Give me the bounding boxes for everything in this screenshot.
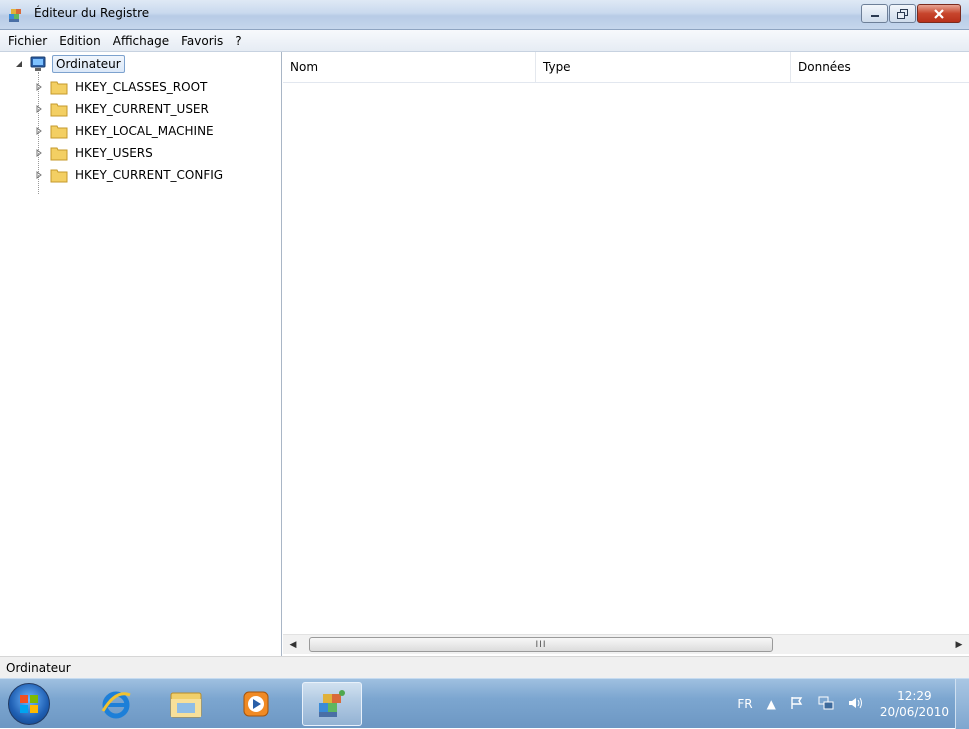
tree-node-label: HKEY_CURRENT_USER [75,102,209,116]
tree-node-hku[interactable]: HKEY_USERS [34,143,156,163]
scroll-left-arrow-icon[interactable]: ◀ [286,638,300,652]
menu-affichage[interactable]: Affichage [109,34,173,48]
status-bar: Ordinateur [0,656,969,678]
show-desktop-button[interactable] [955,679,969,729]
menu-bar: Fichier Edition Affichage Favoris ? [0,30,969,52]
tree-node-hkcc[interactable]: HKEY_CURRENT_CONFIG [34,165,226,185]
folder-icon [50,103,68,117]
taskbar-registry-editor[interactable] [302,682,362,726]
window-title: Éditeur du Registre [34,6,150,20]
restore-button[interactable] [889,4,916,23]
clock-time: 12:29 [897,689,932,703]
tree-node-hklm[interactable]: HKEY_LOCAL_MACHINE [34,121,217,141]
taskbar-media-player[interactable] [226,682,286,726]
media-player-icon [243,691,269,717]
minimize-icon [870,14,879,17]
taskbar: FR ▲ 12:29 20/06/2010 [0,678,969,729]
minimize-button[interactable] [861,4,888,23]
expand-arrow-icon[interactable] [34,170,44,180]
registry-editor-icon [9,9,21,22]
tree-node-label: HKEY_CLASSES_ROOT [75,80,208,94]
tree-node-hkcr[interactable]: HKEY_CLASSES_ROOT [34,77,210,97]
expand-arrow-icon[interactable] [34,82,44,92]
list-header: Nom Type Données [283,52,969,83]
language-indicator[interactable]: FR [737,697,752,711]
close-icon [934,8,944,19]
menu-fichier[interactable]: Fichier [4,34,51,48]
folder-icon [50,169,68,183]
registry-editor-icon [319,690,345,717]
restore-icon [896,8,908,19]
menu-help[interactable]: ? [231,34,245,48]
tree-node-label: HKEY_USERS [75,146,153,160]
tree-node-label: HKEY_CURRENT_CONFIG [75,168,224,182]
menu-edition[interactable]: Edition [55,34,105,48]
tree-node-label: HKEY_LOCAL_MACHINE [75,124,214,138]
network-icon[interactable] [818,696,834,713]
scroll-right-arrow-icon[interactable]: ▶ [952,638,966,652]
file-explorer-icon [170,692,202,718]
values-list-pane: Nom Type Données ◀ III ▶ [283,52,969,656]
tree-node-label: Ordinateur [52,55,125,73]
volume-icon[interactable] [848,696,864,713]
status-text: Ordinateur [6,660,71,675]
menu-favoris[interactable]: Favoris [177,34,227,48]
title-bar: Éditeur du Registre [0,0,969,30]
show-hidden-icons-icon[interactable]: ▲ [767,697,776,711]
expand-arrow-icon[interactable] [34,148,44,158]
collapse-arrow-icon[interactable] [14,59,24,69]
clock-date: 20/06/2010 [879,705,949,719]
horizontal-scrollbar[interactable]: ◀ III ▶ [283,634,969,654]
computer-icon [30,56,46,71]
tree-pane: Ordinateur HKEY_CLASSES_ROOT HKEY_CURREN… [0,52,282,656]
internet-explorer-icon [101,691,131,719]
column-header-type[interactable]: Type [536,52,791,82]
start-button[interactable] [8,683,50,725]
taskbar-file-explorer[interactable] [156,682,216,726]
folder-icon [50,81,68,95]
expand-arrow-icon[interactable] [34,104,44,114]
tree-node-hkcu[interactable]: HKEY_CURRENT_USER [34,99,212,119]
tree-node-ordinateur[interactable]: Ordinateur [14,54,125,74]
window-controls [860,4,961,24]
windows-logo-icon [20,695,38,713]
folder-icon [50,147,68,161]
system-tray: FR ▲ 12:29 20/06/2010 [723,679,949,729]
column-header-donnees[interactable]: Données [791,52,969,82]
column-header-nom[interactable]: Nom [283,52,536,82]
taskbar-internet-explorer[interactable] [86,682,146,726]
scrollbar-thumb[interactable]: III [309,637,773,652]
close-button[interactable] [917,4,961,23]
action-center-flag-icon[interactable] [790,696,804,713]
scrollbar-grip: III [535,639,547,650]
expand-arrow-icon[interactable] [34,126,44,136]
folder-icon [50,125,68,139]
clock[interactable]: 12:29 20/06/2010 [880,688,949,720]
